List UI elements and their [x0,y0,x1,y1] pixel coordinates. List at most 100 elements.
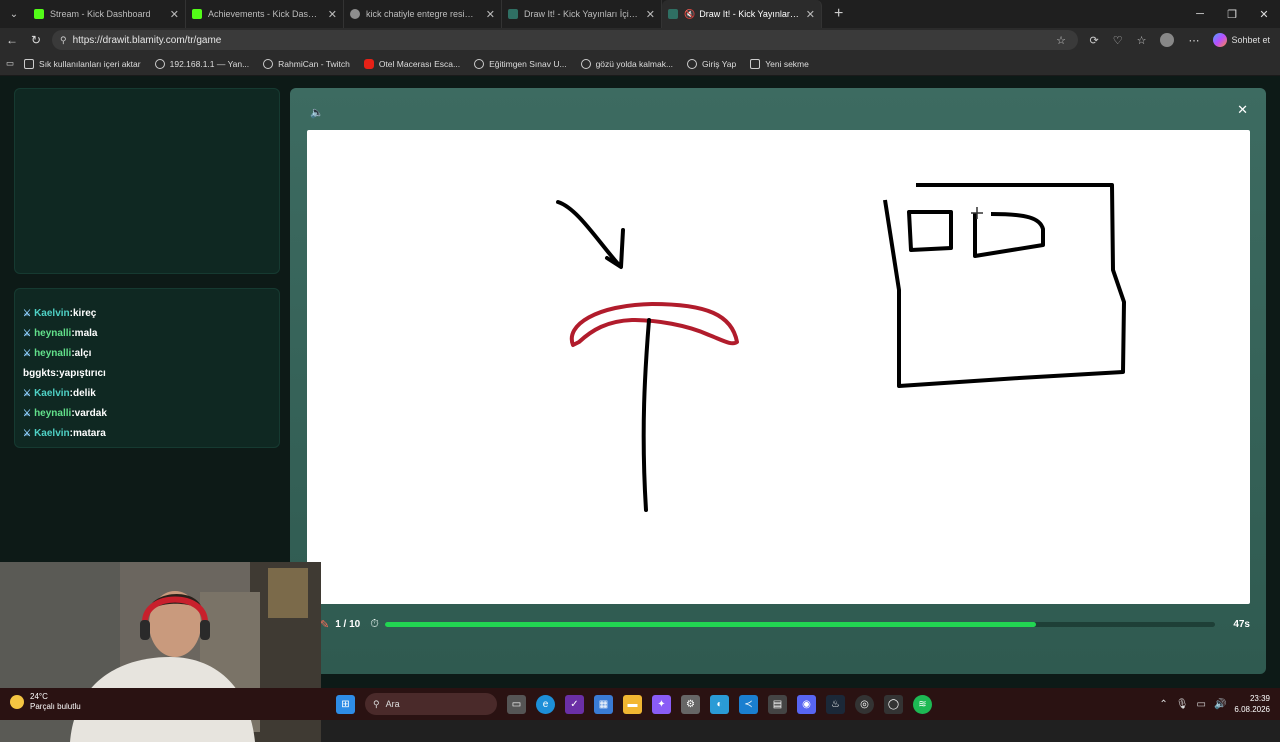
clock[interactable]: 23:39 6.08.2026 [1234,693,1270,715]
bookmark-label: gözü yolda kalmak... [595,58,674,69]
tab-title: Stream - Kick Dashboard [50,9,151,19]
network-icon[interactable]: ▭ [1197,699,1206,710]
minimize-icon[interactable]: ─ [1184,0,1216,28]
weather-widget[interactable]: 24°C Parçalı bulutlu [10,692,81,712]
close-tab-icon[interactable]: ✕ [806,8,815,21]
bookmark-label: Sık kullanılanları içeri aktar [39,58,141,69]
more-menu-icon[interactable]: ⋯ [1188,34,1199,47]
browser-tab-stream-dashboard[interactable]: Stream - Kick Dashboard ✕ [28,0,186,28]
chat-username: Kaelvin [34,307,70,319]
clock-date: 6.08.2026 [1234,705,1270,714]
chat-message: ⚔ Kaelvin: kireç [23,307,97,319]
url-text: https://drawit.blamity.com/tr/game [72,34,222,46]
bookmark-import[interactable]: Sık kullanılanları içeri aktar [24,58,141,69]
windows-taskbar: 24°C Parçalı bulutlu ⊞ ⚲ Ara ▭ e ✓ ▦ ▬ ✦ … [0,688,1280,720]
chat-panel: ⚔ Kaelvin: kireç ⚔ heynalli: mala ⚔ heynalli:… [14,288,280,448]
browser-tab-strip: ⌄ Stream - Kick Dashboard ✕ Achievements… [0,0,1280,28]
page-icon [750,58,761,69]
favorite-star-icon[interactable]: ☆ [1056,34,1066,47]
browser-tab-drawit[interactable]: Draw It! - Kick Yayınları İçin Çizim ✕ [502,0,662,28]
system-tray: ⌃ 🎙 ▭ 🔊 23:39 6.08.2026 [1159,692,1270,716]
browser-icon[interactable]: ◐ [710,694,729,714]
taskbar-search[interactable]: ⚲ Ara [365,693,497,715]
search-icon: ⚲ [373,698,380,709]
chat-text: alçı [74,347,92,359]
close-icon[interactable]: ✕ [1237,102,1248,118]
url-field[interactable]: ⚲ https://drawit.blamity.com/tr/game ☆ [52,30,1078,50]
copilot-button[interactable]: Sohbet et [1213,33,1270,47]
browser-tab-search[interactable]: kick chatiyle entegre resim çizme ✕ [344,0,502,28]
task-view-icon[interactable]: ▭ [507,694,526,714]
close-tab-icon[interactable]: ✕ [328,8,337,21]
bookmark-twitch[interactable]: RahmiCan - Twitch [263,58,350,69]
bookmark-label: Giriş Yap [702,58,737,69]
start-icon[interactable]: ⊞ [336,694,355,714]
globe-icon [687,58,698,69]
window-controls: ─ ❐ ✕ [1184,0,1280,28]
edge-icon[interactable]: e [536,694,555,714]
restore-icon[interactable]: ❐ [1216,0,1248,28]
file-explorer-icon[interactable]: ▬ [623,694,642,714]
tab-title: Achievements - Kick Dashboard [208,9,322,19]
reload-icon[interactable]: ↻ [24,33,48,47]
bookmark-youtube[interactable]: Otel Macerası Esca... [363,58,460,69]
speaker-icon[interactable]: 🔈 [310,106,324,119]
drawing-strokes [556,183,1126,512]
volume-icon[interactable]: 🔊 [1214,699,1226,710]
extensions-icon[interactable]: ⟳ [1090,34,1099,47]
discord-icon[interactable]: ◉ [797,694,816,714]
chat-message: ⚔ Kaelvin: delik [23,387,96,399]
sidebar-toggle-icon[interactable]: ▭ [6,58,14,69]
chevron-up-icon[interactable]: ⌃ [1159,699,1167,710]
chat-message: ⚔ Kaelvin: matara [23,427,106,439]
bookmark-login[interactable]: Giriş Yap [687,58,737,69]
bookmark-router[interactable]: 192.168.1.1 — Yan... [154,58,249,69]
microphone-icon[interactable]: 🎙 [1176,699,1189,710]
chat-username: heynalli [34,327,72,339]
spotify-icon[interactable]: ≋ [913,694,932,714]
steam-icon[interactable]: ♨ [826,694,845,714]
search-label: Ara [385,699,400,709]
chat-text: yapıştırıcı [59,367,106,379]
tab-actions-menu-icon[interactable]: ⌄ [0,0,28,28]
vpn-icon[interactable]: ✓ [565,694,584,714]
address-bar-row: ← ↻ ⚲ https://drawit.blamity.com/tr/game… [0,28,1280,52]
kick-icon [34,9,44,19]
close-window-icon[interactable]: ✕ [1248,0,1280,28]
chat-text: delik [73,387,96,399]
chat-username: Kaelvin [34,427,70,439]
collections-icon[interactable]: ☆ [1137,34,1147,47]
drawing-canvas[interactable] [307,130,1250,604]
back-icon[interactable]: ← [0,33,24,47]
browser-tab-achievements[interactable]: Achievements - Kick Dashboard ✕ [186,0,344,28]
profile-avatar[interactable] [1160,33,1175,47]
editor-icon[interactable]: ▤ [768,694,787,714]
bookmark-new-tab[interactable]: Yeni sekme [750,58,809,69]
close-tab-icon[interactable]: ✕ [646,8,655,21]
game-modal: 🔈 ✕ ✎ 1 / 10 ⏱ 47s [290,88,1266,674]
settings-icon[interactable]: ⚙ [681,694,700,714]
arrow-stroke [556,200,625,269]
close-tab-icon[interactable]: ✕ [170,8,179,21]
drawit-icon [508,9,518,19]
browser-essentials-icon[interactable]: ♡ [1113,34,1123,47]
obs-icon[interactable]: ◎ [855,694,874,714]
browser-tab-drawit-active[interactable]: 🔇 Draw It! - Kick Yayınları İçin Ç ✕ [662,0,822,28]
drawit-page: ⚔ Kaelvin: kireç ⚔ heynalli: mala ⚔ heynalli:… [0,76,1280,742]
taskbar-apps: ⊞ ⚲ Ara ▭ e ✓ ▦ ▬ ✦ ⚙ ◐ ≺ ▤ ◉ ♨ ◎ ◯ ≋ [336,692,932,716]
sword-badge-icon: ⚔ [23,327,32,338]
weather-desc: Parçalı bulutlu [30,702,81,711]
muted-speaker-icon[interactable]: 🔇 [684,9,695,20]
sword-badge-icon: ⚔ [23,387,32,398]
close-tab-icon[interactable]: ✕ [486,8,495,21]
app-icon[interactable]: ◯ [884,694,903,714]
chat-username: heynalli [34,347,72,359]
new-tab-button[interactable]: + [834,5,843,23]
vscode-icon[interactable]: ≺ [739,694,758,714]
site-info-icon[interactable]: ⚲ [60,35,67,46]
store-icon[interactable]: ▦ [594,694,613,714]
bookmark-egitimgen[interactable]: Eğitimgen Sınav U... [474,58,567,69]
copilot-taskbar-icon[interactable]: ✦ [652,694,671,714]
bookmark-google[interactable]: gözü yolda kalmak... [580,58,674,69]
chat-text: kireç [73,307,97,319]
